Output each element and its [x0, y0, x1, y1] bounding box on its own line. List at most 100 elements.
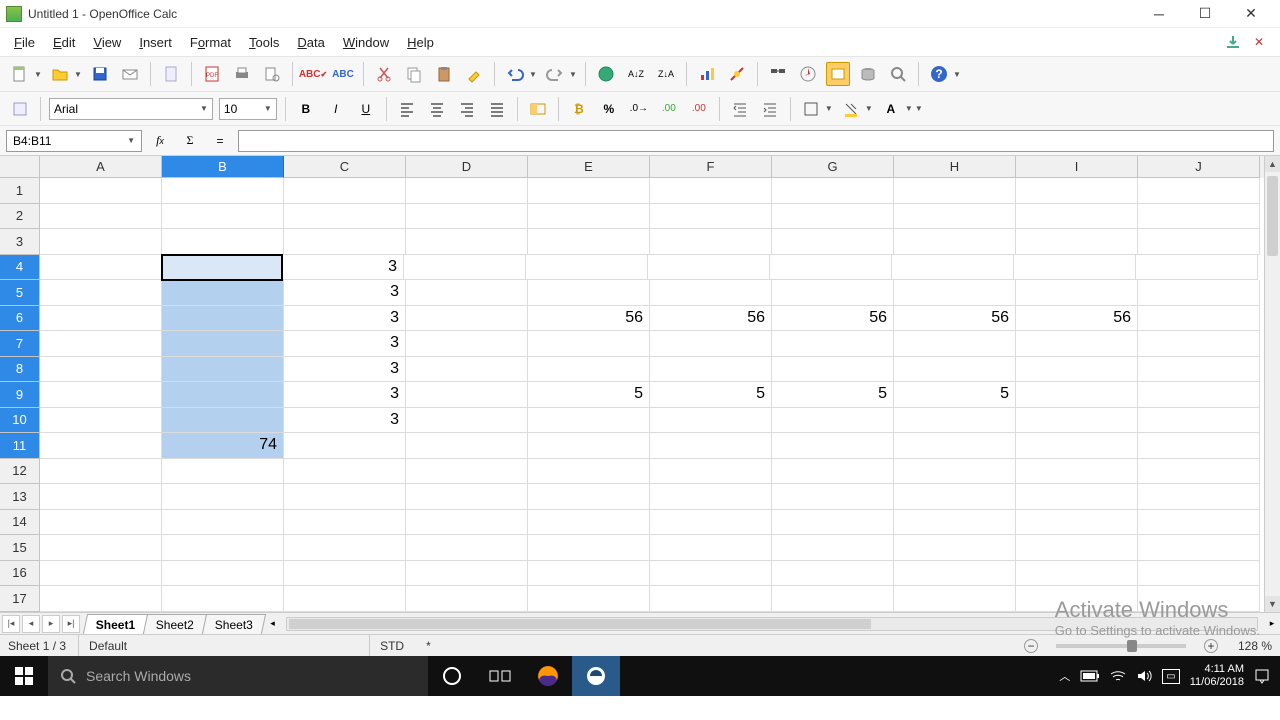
cell-A15[interactable] [40, 535, 162, 561]
cell-H8[interactable] [894, 357, 1016, 383]
cell-A13[interactable] [40, 484, 162, 510]
find-icon[interactable] [766, 62, 790, 86]
row-header-17[interactable]: 17 [0, 586, 40, 612]
cell-B16[interactable] [162, 561, 284, 587]
row-header-12[interactable]: 12 [0, 459, 40, 485]
cell-C6[interactable]: 3 [284, 306, 406, 332]
row-header-10[interactable]: 10 [0, 408, 40, 434]
currency-icon[interactable]: ₿ [567, 97, 591, 121]
cell-B5[interactable] [162, 280, 284, 306]
cell-J12[interactable] [1138, 459, 1260, 485]
styles-icon[interactable] [8, 97, 32, 121]
menu-format[interactable]: Format [182, 31, 239, 54]
cell-A3[interactable] [40, 229, 162, 255]
row-header-1[interactable]: 1 [0, 178, 40, 204]
number-add-decimal-icon[interactable]: .0→ [627, 97, 651, 121]
menu-window[interactable]: Window [335, 31, 397, 54]
print-icon[interactable] [230, 62, 254, 86]
autospell-icon[interactable]: ABC [331, 62, 355, 86]
zoom-icon[interactable] [886, 62, 910, 86]
cell-A12[interactable] [40, 459, 162, 485]
cell-G8[interactable] [772, 357, 894, 383]
hyperlink-icon[interactable] [594, 62, 618, 86]
select-all-corner[interactable] [0, 156, 40, 178]
name-box[interactable]: B4:B11▼ [6, 130, 142, 152]
align-right-icon[interactable] [455, 97, 479, 121]
menu-tools[interactable]: Tools [241, 31, 287, 54]
cell-D13[interactable] [406, 484, 528, 510]
open-dropdown[interactable]: ▼ [74, 62, 82, 86]
cell-F17[interactable] [650, 586, 772, 612]
tab-last-icon[interactable]: ▸| [62, 615, 80, 633]
cell-G1[interactable] [772, 178, 894, 204]
sum-icon[interactable]: Σ [178, 129, 202, 153]
cell-H7[interactable] [894, 331, 1016, 357]
sort-desc-icon[interactable]: Z↓A [654, 62, 678, 86]
cell-H15[interactable] [894, 535, 1016, 561]
cell-H14[interactable] [894, 510, 1016, 536]
zoom-in-icon[interactable]: + [1204, 639, 1218, 653]
cell-G2[interactable] [772, 204, 894, 230]
cell-A17[interactable] [40, 586, 162, 612]
cell-C10[interactable]: 3 [284, 408, 406, 434]
cell-B10[interactable] [162, 408, 284, 434]
cell-B3[interactable] [162, 229, 284, 255]
cell-F14[interactable] [650, 510, 772, 536]
cell-G3[interactable] [772, 229, 894, 255]
start-button[interactable] [0, 656, 48, 696]
cell-I5[interactable] [1016, 280, 1138, 306]
cell-C17[interactable] [284, 586, 406, 612]
help-icon[interactable]: ? [927, 62, 951, 86]
sheet-tab-2[interactable]: Sheet2 [143, 614, 207, 634]
cell-I14[interactable] [1016, 510, 1138, 536]
number-std-icon[interactable]: .00 [687, 97, 711, 121]
menu-edit[interactable]: Edit [45, 31, 83, 54]
cell-H12[interactable] [894, 459, 1016, 485]
cell-D1[interactable] [406, 178, 528, 204]
cell-G12[interactable] [772, 459, 894, 485]
cell-A5[interactable] [40, 280, 162, 306]
fontcolor-dropdown[interactable]: ▼ [905, 97, 913, 121]
copy-icon[interactable] [402, 62, 426, 86]
cell-D11[interactable] [406, 433, 528, 459]
paste-icon[interactable] [432, 62, 456, 86]
sheet-tab-3[interactable]: Sheet3 [202, 614, 266, 634]
cell-G10[interactable] [772, 408, 894, 434]
cell-F9[interactable]: 5 [650, 382, 772, 408]
zoom-value[interactable]: 128 % [1238, 639, 1272, 653]
horizontal-scrollbar[interactable] [286, 617, 1258, 631]
hscroll-right-icon[interactable]: ▸ [1264, 618, 1280, 629]
col-header-D[interactable]: D [406, 156, 528, 178]
col-header-C[interactable]: C [284, 156, 406, 178]
format-overflow[interactable]: ▼ [915, 97, 923, 121]
export-pdf-icon[interactable]: PDF [200, 62, 224, 86]
cell-C14[interactable] [284, 510, 406, 536]
gallery-icon[interactable] [826, 62, 850, 86]
merge-cells-icon[interactable] [526, 97, 550, 121]
cell-F7[interactable] [650, 331, 772, 357]
cell-F3[interactable] [650, 229, 772, 255]
cell-C4[interactable]: 3 [282, 255, 404, 281]
cells-area[interactable]: 33356565656563335555374 [40, 178, 1264, 612]
cell-D5[interactable] [406, 280, 528, 306]
cell-F12[interactable] [650, 459, 772, 485]
new-doc-icon[interactable] [8, 62, 32, 86]
tray-wifi-icon[interactable] [1110, 669, 1126, 683]
align-left-icon[interactable] [395, 97, 419, 121]
col-header-E[interactable]: E [528, 156, 650, 178]
menu-view[interactable]: View [85, 31, 129, 54]
cell-F2[interactable] [650, 204, 772, 230]
equals-icon[interactable]: = [208, 129, 232, 153]
cell-A4[interactable] [40, 255, 162, 281]
row-header-11[interactable]: 11 [0, 433, 40, 459]
col-header-H[interactable]: H [894, 156, 1016, 178]
show-draw-icon[interactable] [725, 62, 749, 86]
cell-H5[interactable] [894, 280, 1016, 306]
taskbar-openoffice-icon[interactable] [572, 656, 620, 696]
cell-G9[interactable]: 5 [772, 382, 894, 408]
cell-J2[interactable] [1138, 204, 1260, 230]
number-del-decimal-icon[interactable]: .00 [657, 97, 681, 121]
cell-H3[interactable] [894, 229, 1016, 255]
row-header-3[interactable]: 3 [0, 229, 40, 255]
tab-next-icon[interactable]: ▸ [42, 615, 60, 633]
